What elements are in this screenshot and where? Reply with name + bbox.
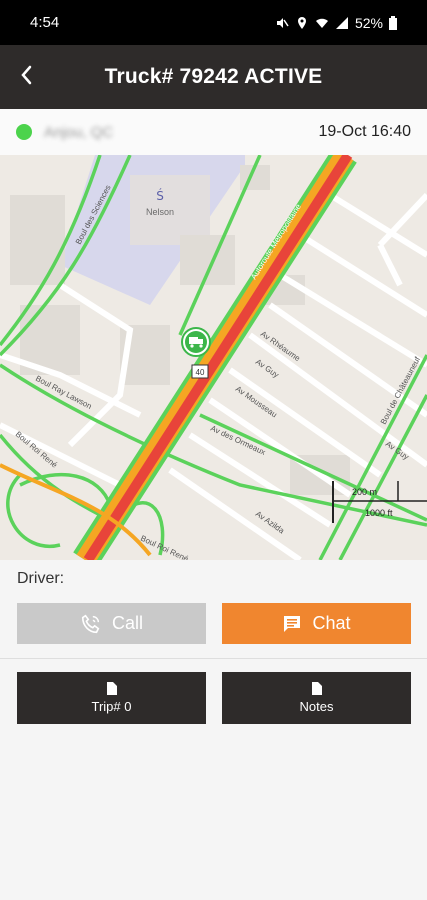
notes-label: Notes — [299, 699, 334, 714]
map-view[interactable]: Ś Nelson Boul des Sciences Autoroute Mét… — [0, 155, 427, 560]
status-bar: 4:54 52% — [0, 0, 427, 45]
divider — [0, 658, 427, 659]
status-icons: 52% — [275, 15, 397, 31]
document-icon — [106, 682, 117, 695]
status-time: 4:54 — [30, 14, 60, 31]
truck-marker-icon[interactable] — [181, 327, 211, 357]
driver-label: Driver: — [17, 570, 65, 587]
chat-bubble-icon — [284, 615, 301, 632]
trip-button[interactable]: Trip# 0 — [17, 672, 206, 724]
page-title: Truck# 79242 ACTIVE — [104, 65, 323, 88]
mute-icon — [276, 17, 289, 28]
chat-button-label: Chat — [312, 613, 351, 633]
call-button-label: Call — [111, 613, 143, 633]
place-pin-icon: Ś — [156, 188, 164, 203]
location-icon — [297, 16, 306, 29]
battery-icon — [389, 15, 397, 30]
map-canvas[interactable]: Ś Nelson Boul des Sciences Autoroute Mét… — [0, 155, 427, 560]
status-dot — [16, 124, 32, 140]
document-icon — [311, 682, 322, 695]
location-row: Anjou, QC 19-Oct 16:40 — [0, 109, 427, 155]
scale-metric: 200 m — [352, 487, 377, 497]
trip-label: Trip# 0 — [91, 699, 132, 714]
highway-shield: 40 — [191, 364, 209, 379]
svg-text:40: 40 — [196, 368, 205, 377]
location-text: Anjou, QC — [44, 123, 114, 141]
last-update-datetime: 19-Oct 16:40 — [318, 123, 412, 140]
wifi-icon — [315, 18, 328, 28]
notes-button[interactable]: Notes — [222, 672, 411, 724]
phone-icon — [81, 614, 100, 633]
battery-percent: 52% — [354, 14, 383, 31]
chat-button[interactable]: Chat — [222, 603, 411, 644]
app-bar: Truck# 79242 ACTIVE — [0, 45, 427, 109]
call-button[interactable]: Call — [17, 603, 206, 644]
back-chevron-icon[interactable] — [14, 61, 42, 89]
signal-icon — [335, 16, 348, 29]
place-label: Nelson — [146, 207, 174, 217]
scale-imperial: 1000 ft — [365, 508, 393, 518]
svg-text:Ś: Ś — [156, 188, 164, 203]
